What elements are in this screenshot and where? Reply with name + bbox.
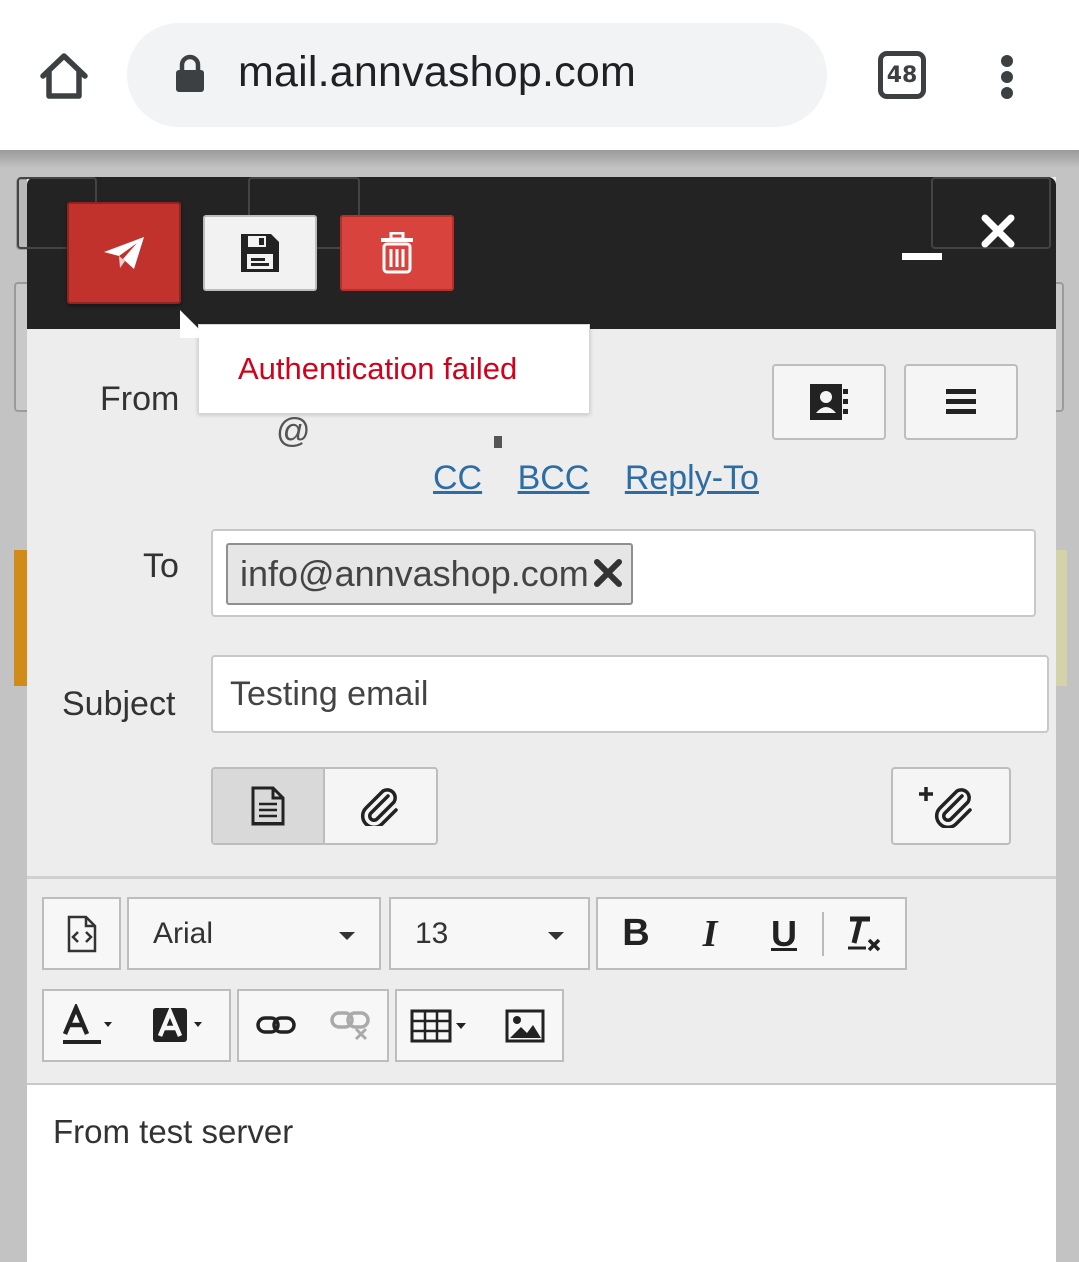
from-label: From xyxy=(100,380,180,418)
message-body-editor[interactable]: From test server xyxy=(27,1083,1056,1262)
font-size-value: 13 xyxy=(415,917,449,950)
add-bcc-link[interactable]: BCC xyxy=(518,459,590,497)
clear-format-button[interactable] xyxy=(824,899,904,968)
insert-link-button[interactable] xyxy=(239,991,313,1060)
to-field[interactable]: info@annvashop.com xyxy=(211,529,1036,617)
table-icon xyxy=(410,1009,466,1042)
recipient-chip[interactable]: info@annvashop.com xyxy=(226,543,633,605)
image-icon xyxy=(505,1009,544,1042)
insert-group xyxy=(395,989,564,1062)
background-color-button[interactable] xyxy=(134,991,224,1060)
unlink-icon xyxy=(330,1010,370,1040)
link-group xyxy=(237,989,389,1062)
italic-button[interactable]: I xyxy=(674,899,746,968)
options-menu-button[interactable] xyxy=(904,364,1018,440)
dialog-header xyxy=(17,177,1056,329)
contacts-button[interactable] xyxy=(772,364,886,440)
compose-dialog: Authentication failed From @ CC BCC Repl… xyxy=(17,177,1056,1262)
source-group xyxy=(42,897,121,970)
to-label: To xyxy=(143,547,179,585)
backdrop-strip xyxy=(14,550,28,686)
svg-text:@: @ xyxy=(276,412,311,450)
subject-label: Subject xyxy=(62,685,176,723)
error-message: Authentication failed xyxy=(238,351,518,386)
background-color-icon xyxy=(153,1005,202,1042)
body-mode-toggle xyxy=(211,767,438,845)
document-icon xyxy=(251,786,285,826)
insert-image-button[interactable] xyxy=(487,991,562,1060)
minimize-button[interactable] xyxy=(900,249,944,263)
divider xyxy=(27,876,1056,879)
chevron-down-icon xyxy=(339,932,355,940)
color-group xyxy=(42,989,231,1062)
address-book-icon xyxy=(810,384,848,420)
underline-button[interactable]: U xyxy=(746,899,822,968)
font-family-select[interactable]: Arial xyxy=(127,897,381,970)
chevron-down-icon xyxy=(548,932,564,940)
home-icon[interactable] xyxy=(34,46,94,106)
add-attachment-button[interactable] xyxy=(891,767,1011,845)
attachments-tab[interactable] xyxy=(324,769,436,843)
insert-table-button[interactable] xyxy=(397,991,487,1060)
lock-icon xyxy=(173,54,207,94)
add-cc-link[interactable]: CC xyxy=(433,459,482,497)
recipient-address: info@annvashop.com xyxy=(240,553,589,594)
url-text[interactable]: mail.annvashop.com xyxy=(238,48,636,97)
send-button[interactable] xyxy=(67,202,181,304)
text-color-button[interactable] xyxy=(44,991,134,1060)
save-draft-button[interactable] xyxy=(203,215,317,291)
tab-switcher-button[interactable]: 48 xyxy=(878,51,926,99)
error-tooltip: Authentication failed xyxy=(198,324,590,414)
message-tab[interactable] xyxy=(213,769,325,843)
message-body-text[interactable]: From test server xyxy=(53,1113,293,1151)
bold-button[interactable]: B xyxy=(598,899,674,968)
trash-icon xyxy=(381,232,413,274)
delete-button[interactable] xyxy=(340,215,454,291)
source-code-icon xyxy=(67,915,96,952)
subject-field[interactable]: Testing email xyxy=(211,655,1049,733)
text-style-group: B I U xyxy=(596,897,907,970)
paperclip-icon xyxy=(361,788,398,826)
remove-link-button[interactable] xyxy=(313,991,387,1060)
source-code-button[interactable] xyxy=(44,899,119,968)
font-size-select[interactable]: 13 xyxy=(389,897,590,970)
more-menu-icon[interactable] xyxy=(995,52,1019,102)
remove-recipient-icon[interactable] xyxy=(593,558,623,588)
backdrop-strip xyxy=(1055,550,1067,686)
clear-format-icon xyxy=(848,916,881,951)
close-icon[interactable] xyxy=(980,213,1016,249)
tooltip-pointer xyxy=(180,310,208,338)
add-attachment-icon xyxy=(919,787,972,828)
add-reply-to-link[interactable]: Reply-To xyxy=(625,459,759,497)
link-icon xyxy=(256,1015,296,1034)
font-family-value: Arial xyxy=(153,917,214,950)
paper-plane-icon xyxy=(104,237,144,269)
floppy-disk-icon xyxy=(241,234,279,272)
header-links: CC BCC Reply-To xyxy=(433,459,785,498)
hamburger-icon xyxy=(946,389,976,414)
browser-toolbar: mail.annvashop.com 48 xyxy=(0,0,1079,150)
text-color-icon xyxy=(62,1003,112,1044)
